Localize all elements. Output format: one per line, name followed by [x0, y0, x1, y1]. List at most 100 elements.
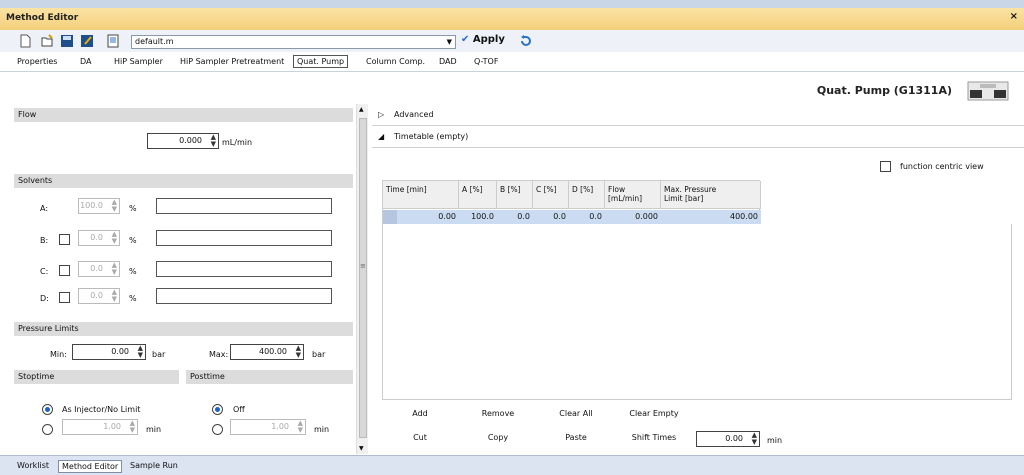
spinner-icon[interactable]: ▲ ▼ — [211, 134, 216, 148]
column-header-time[interactable]: Time [min] — [383, 181, 459, 209]
posttime-off-radio[interactable] — [212, 404, 223, 415]
tab-sample-run[interactable]: Sample Run — [127, 460, 181, 471]
column-header-label: B [%] — [500, 185, 521, 194]
solvent-c-unit: % — [129, 267, 137, 276]
spinner-icon[interactable]: ▲ ▼ — [296, 345, 301, 359]
tab-dad[interactable]: DAD — [439, 57, 457, 66]
column-header-flow[interactable]: Flow [mL/min] — [605, 181, 661, 209]
tab-method-editor[interactable]: Method Editor — [58, 460, 123, 473]
column-header-c[interactable]: C [%] — [533, 181, 569, 209]
scrollbar-thumb[interactable] — [359, 118, 367, 438]
expand-arrow-icon: ▷ — [378, 110, 385, 119]
solvent-a-label: A: — [40, 204, 49, 213]
pressure-min-input[interactable]: 0.00 ▲ ▼ — [72, 344, 146, 360]
pressure-max-input[interactable]: 400.00 ▲ ▼ — [230, 344, 304, 360]
save-icon[interactable] — [60, 34, 74, 48]
shift-times-input[interactable]: 0.00 ▲ ▼ — [696, 431, 760, 447]
solvent-b-name-input[interactable] — [156, 230, 332, 246]
timetable-empty-area — [382, 224, 1012, 400]
solvent-d-name-input[interactable] — [156, 288, 332, 304]
posttime-value-radio[interactable] — [212, 424, 223, 435]
solvent-a-name-input[interactable] — [156, 198, 332, 214]
cell-b[interactable]: 0.0 — [497, 210, 533, 224]
cell-time[interactable]: 0.00 — [383, 210, 459, 224]
save-as-icon[interactable] — [80, 34, 94, 48]
copy-button[interactable]: Copy — [460, 430, 536, 446]
splitter-grip-icon: ≡ — [360, 262, 366, 270]
advanced-expander[interactable]: ▷ Advanced — [372, 104, 1024, 126]
pressure-min-label: Min: — [50, 350, 67, 359]
pressure-min-value: 0.00 — [111, 347, 129, 356]
spinner-icon[interactable]: ▲ ▼ — [138, 345, 143, 359]
spinner-icon: ▲ ▼ — [111, 261, 117, 276]
flow-section-header: Flow — [14, 108, 353, 122]
add-button[interactable]: Add — [382, 406, 458, 422]
solvent-b-unit: % — [129, 236, 137, 245]
tab-q-tof[interactable]: Q-TOF — [474, 57, 498, 66]
cell-c[interactable]: 0.0 — [533, 210, 569, 224]
cut-button[interactable]: Cut — [382, 430, 458, 446]
stoptime-value-radio[interactable] — [42, 424, 53, 435]
apply-button[interactable]: ✔ Apply — [461, 34, 505, 45]
stoptime-no-limit-radio[interactable] — [42, 404, 53, 415]
tab-hip-sampler[interactable]: HiP Sampler — [114, 57, 163, 66]
clear-empty-button[interactable]: Clear Empty — [616, 406, 692, 422]
advanced-label: Advanced — [394, 110, 434, 119]
tab-quat-pump[interactable]: Quat. Pump — [293, 55, 349, 68]
column-header-max-pressure[interactable]: Max. Pressure Limit [bar] — [661, 181, 761, 209]
cell-max-pressure[interactable]: 400.00 — [661, 210, 761, 224]
cell-d[interactable]: 0.0 — [569, 210, 605, 224]
solvent-b-input: 0.0 ▲ ▼ — [78, 230, 120, 246]
timetable-expander[interactable]: ◢ Timetable (empty) — [372, 126, 1024, 148]
chevron-down-icon[interactable]: ▼ — [447, 36, 452, 48]
left-panel-scrollbar[interactable]: ▲ ≡ ▼ — [356, 104, 368, 454]
paste-button[interactable]: Paste — [538, 430, 614, 446]
column-header-label: A [%] — [462, 185, 483, 194]
solvent-b-value: 0.0 — [90, 233, 103, 242]
posttime-section-header: Posttime — [186, 370, 353, 384]
module-header: Quat. Pump (G1311A) — [0, 72, 1024, 104]
column-header-d[interactable]: D [%] — [569, 181, 605, 209]
cell-a[interactable]: 100.0 — [459, 210, 497, 224]
new-document-icon[interactable] — [18, 34, 32, 48]
table-row[interactable]: 0.00 100.0 0.0 0.0 0.0 0.000 400.00 — [383, 210, 761, 224]
tab-hip-sampler-pretreatment[interactable]: HiP Sampler Pretreatment — [180, 57, 284, 66]
column-header-a[interactable]: A [%] — [459, 181, 497, 209]
cell-flow[interactable]: 0.000 — [605, 210, 661, 224]
method-file-select[interactable]: default.m ▼ — [131, 35, 456, 49]
column-header-b[interactable]: B [%] — [497, 181, 533, 209]
timetable-grid[interactable]: Time [min] A [%] B [%] C [%] D [%] Flow … — [382, 180, 761, 224]
flow-value: 0.000 — [179, 136, 202, 145]
flow-input[interactable]: 0.000 ▲ ▼ — [147, 133, 219, 149]
scroll-up-icon[interactable]: ▲ — [359, 106, 364, 113]
spinner-icon: ▲ ▼ — [129, 419, 135, 434]
pressure-max-value: 400.00 — [259, 347, 287, 356]
pressure-max-label: Max: — [209, 350, 229, 359]
tab-column-comp[interactable]: Column Comp. — [366, 57, 425, 66]
method-file-value: default.m — [135, 37, 174, 46]
pump-module-icon — [967, 81, 1009, 101]
solvent-d-checkbox[interactable] — [59, 292, 70, 303]
remove-button[interactable]: Remove — [460, 406, 536, 422]
tab-da[interactable]: DA — [80, 57, 92, 66]
open-icon[interactable] — [40, 34, 54, 48]
close-icon[interactable]: × — [1010, 11, 1018, 22]
solvent-c-name-input[interactable] — [156, 261, 332, 277]
solvent-a-value: 100.0 — [80, 201, 103, 210]
function-centric-checkbox[interactable] — [880, 161, 891, 172]
function-centric-label: function centric view — [900, 162, 984, 171]
stoptime-section-header: Stoptime — [14, 370, 179, 384]
tab-worklist[interactable]: Worklist — [14, 460, 52, 471]
spinner-icon[interactable]: ▲ ▼ — [752, 432, 757, 446]
undo-icon[interactable] — [519, 34, 533, 48]
tab-properties[interactable]: Properties — [17, 57, 57, 66]
clear-all-button[interactable]: Clear All — [538, 406, 614, 422]
solvent-a-input: 100.0 ▲ ▼ — [78, 198, 120, 214]
solvent-a-unit: % — [129, 204, 137, 213]
scroll-down-icon[interactable]: ▼ — [359, 445, 364, 452]
solvent-c-checkbox[interactable] — [59, 265, 70, 276]
stoptime-unit: min — [146, 425, 162, 434]
shift-times-button[interactable]: Shift Times — [616, 430, 692, 446]
solvent-b-checkbox[interactable] — [59, 234, 70, 245]
report-icon[interactable] — [106, 34, 120, 48]
